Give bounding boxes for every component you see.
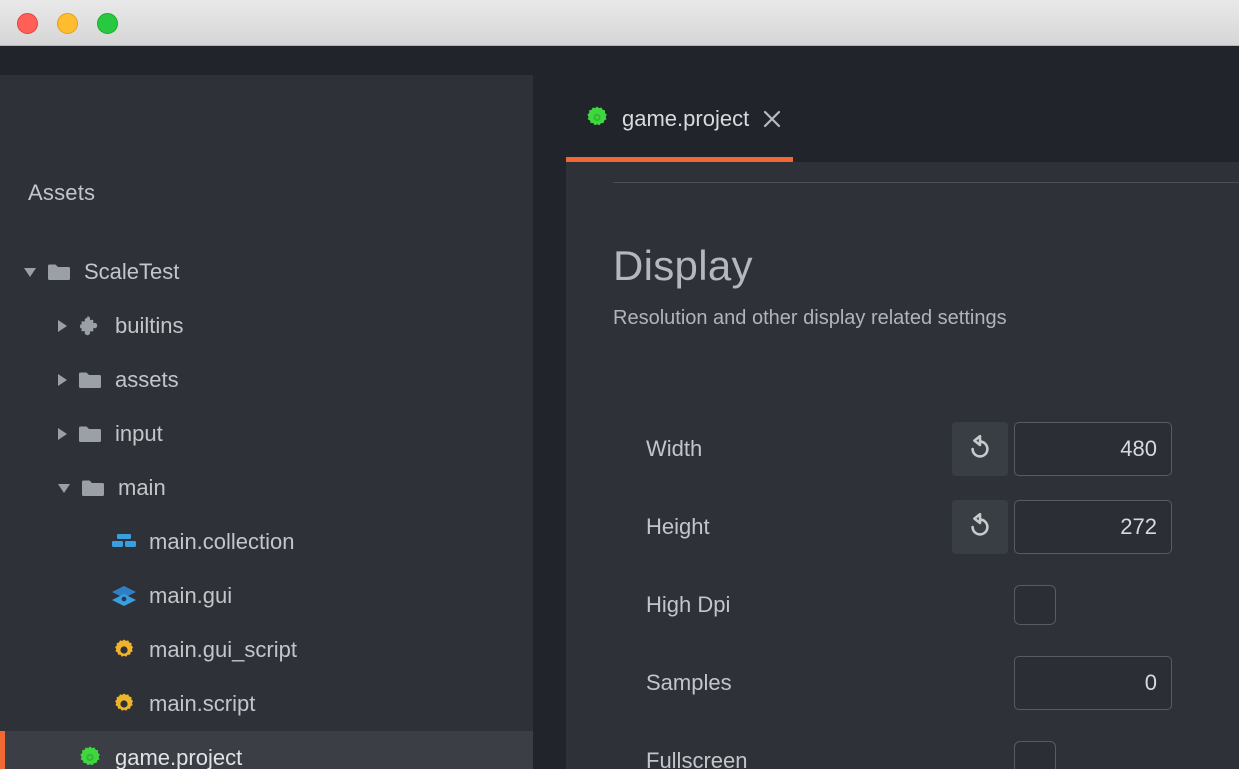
tree-item-game-project[interactable]: game.project <box>0 731 533 769</box>
tree-item-main-script[interactable]: main.script <box>0 677 533 731</box>
tab-label: game.project <box>622 106 749 132</box>
tree-item-main[interactable]: main <box>0 461 533 515</box>
field-label-width: Width <box>646 436 702 462</box>
project-icon <box>77 746 103 769</box>
toolbar-strip <box>0 46 1239 75</box>
tree-item-main-collection[interactable]: main.collection <box>0 515 533 569</box>
field-row-fullscreen: Fullscreen <box>566 734 1239 769</box>
section-subtitle: Resolution and other display related set… <box>613 307 1007 330</box>
field-row-width: Width 480 <box>566 422 1239 476</box>
asset-tree: ScaleTest builtins assets input main main.col… <box>0 245 533 769</box>
reset-icon <box>965 434 995 464</box>
tree-item-scaletest[interactable]: ScaleTest <box>0 245 533 299</box>
chevron-down-icon[interactable] <box>24 268 36 277</box>
editor-tab-bar: game.project <box>566 75 1239 162</box>
tree-item-label: main.collection <box>149 529 295 555</box>
field-row-high-dpi: High Dpi <box>566 578 1239 632</box>
project-icon <box>584 105 612 133</box>
checkbox-high-dpi[interactable] <box>1014 585 1056 625</box>
tree-spacer <box>92 542 101 543</box>
tree-spacer <box>58 758 67 759</box>
window-title-bar <box>0 0 1239 46</box>
tree-item-main-gui-script[interactable]: main.gui_script <box>0 623 533 677</box>
reset-button-width[interactable] <box>952 422 1008 476</box>
folder-icon <box>46 260 72 284</box>
field-label-samples: Samples <box>646 670 732 696</box>
tree-item-assets[interactable]: assets <box>0 353 533 407</box>
tree-item-label: main <box>118 475 166 501</box>
section-title: Display <box>613 242 753 290</box>
tree-item-builtins[interactable]: builtins <box>0 299 533 353</box>
reset-button-height[interactable] <box>952 500 1008 554</box>
assets-sidebar: Assets ScaleTest builtins assets input main m… <box>0 75 533 769</box>
reset-icon <box>965 512 995 542</box>
checkbox-fullscreen[interactable] <box>1014 741 1056 769</box>
tree-item-label: builtins <box>115 313 183 339</box>
folder-icon <box>80 476 106 500</box>
field-label-height: Height <box>646 514 710 540</box>
field-row-height: Height 272 <box>566 500 1239 554</box>
collection-icon <box>111 530 137 554</box>
tree-item-label: game.project <box>115 745 242 769</box>
tree-item-main-gui[interactable]: main.gui <box>0 569 533 623</box>
window-maximize-button[interactable] <box>97 13 118 34</box>
tree-item-label: main.gui <box>149 583 232 609</box>
section-divider <box>613 182 1239 183</box>
tree-item-input[interactable]: input <box>0 407 533 461</box>
tab-game-project[interactable]: game.project <box>566 75 793 162</box>
chevron-down-icon[interactable] <box>58 484 70 493</box>
settings-panel: Display Resolution and other display rel… <box>566 162 1239 769</box>
script-icon <box>111 692 137 716</box>
input-height[interactable]: 272 <box>1014 500 1172 554</box>
input-samples[interactable]: 0 <box>1014 656 1172 710</box>
tree-spacer <box>92 704 101 705</box>
folder-icon <box>77 422 103 446</box>
chevron-right-icon[interactable] <box>58 320 67 332</box>
selection-indicator <box>0 731 5 769</box>
input-width[interactable]: 480 <box>1014 422 1172 476</box>
chevron-right-icon[interactable] <box>58 428 67 440</box>
chevron-right-icon[interactable] <box>58 374 67 386</box>
window-minimize-button[interactable] <box>57 13 78 34</box>
tree-spacer <box>92 650 101 651</box>
tree-item-label: ScaleTest <box>84 259 179 285</box>
puzzle-icon <box>77 314 103 338</box>
tree-item-label: input <box>115 421 163 447</box>
close-icon[interactable] <box>762 109 782 129</box>
tree-spacer <box>92 596 101 597</box>
window-close-button[interactable] <box>17 13 38 34</box>
field-row-samples: Samples 0 <box>566 656 1239 710</box>
folder-icon <box>77 368 103 392</box>
script-icon <box>111 638 137 662</box>
field-label-high-dpi: High Dpi <box>646 592 730 618</box>
tree-item-label: main.gui_script <box>149 637 297 663</box>
field-label-fullscreen: Fullscreen <box>646 748 747 769</box>
gui-icon <box>111 584 137 608</box>
editor-content: game.project Display Resolution and othe… <box>566 75 1239 769</box>
panel-gutter <box>533 46 566 769</box>
tree-item-label: main.script <box>149 691 255 717</box>
tree-item-label: assets <box>115 367 179 393</box>
assets-panel-title: Assets <box>28 180 95 206</box>
